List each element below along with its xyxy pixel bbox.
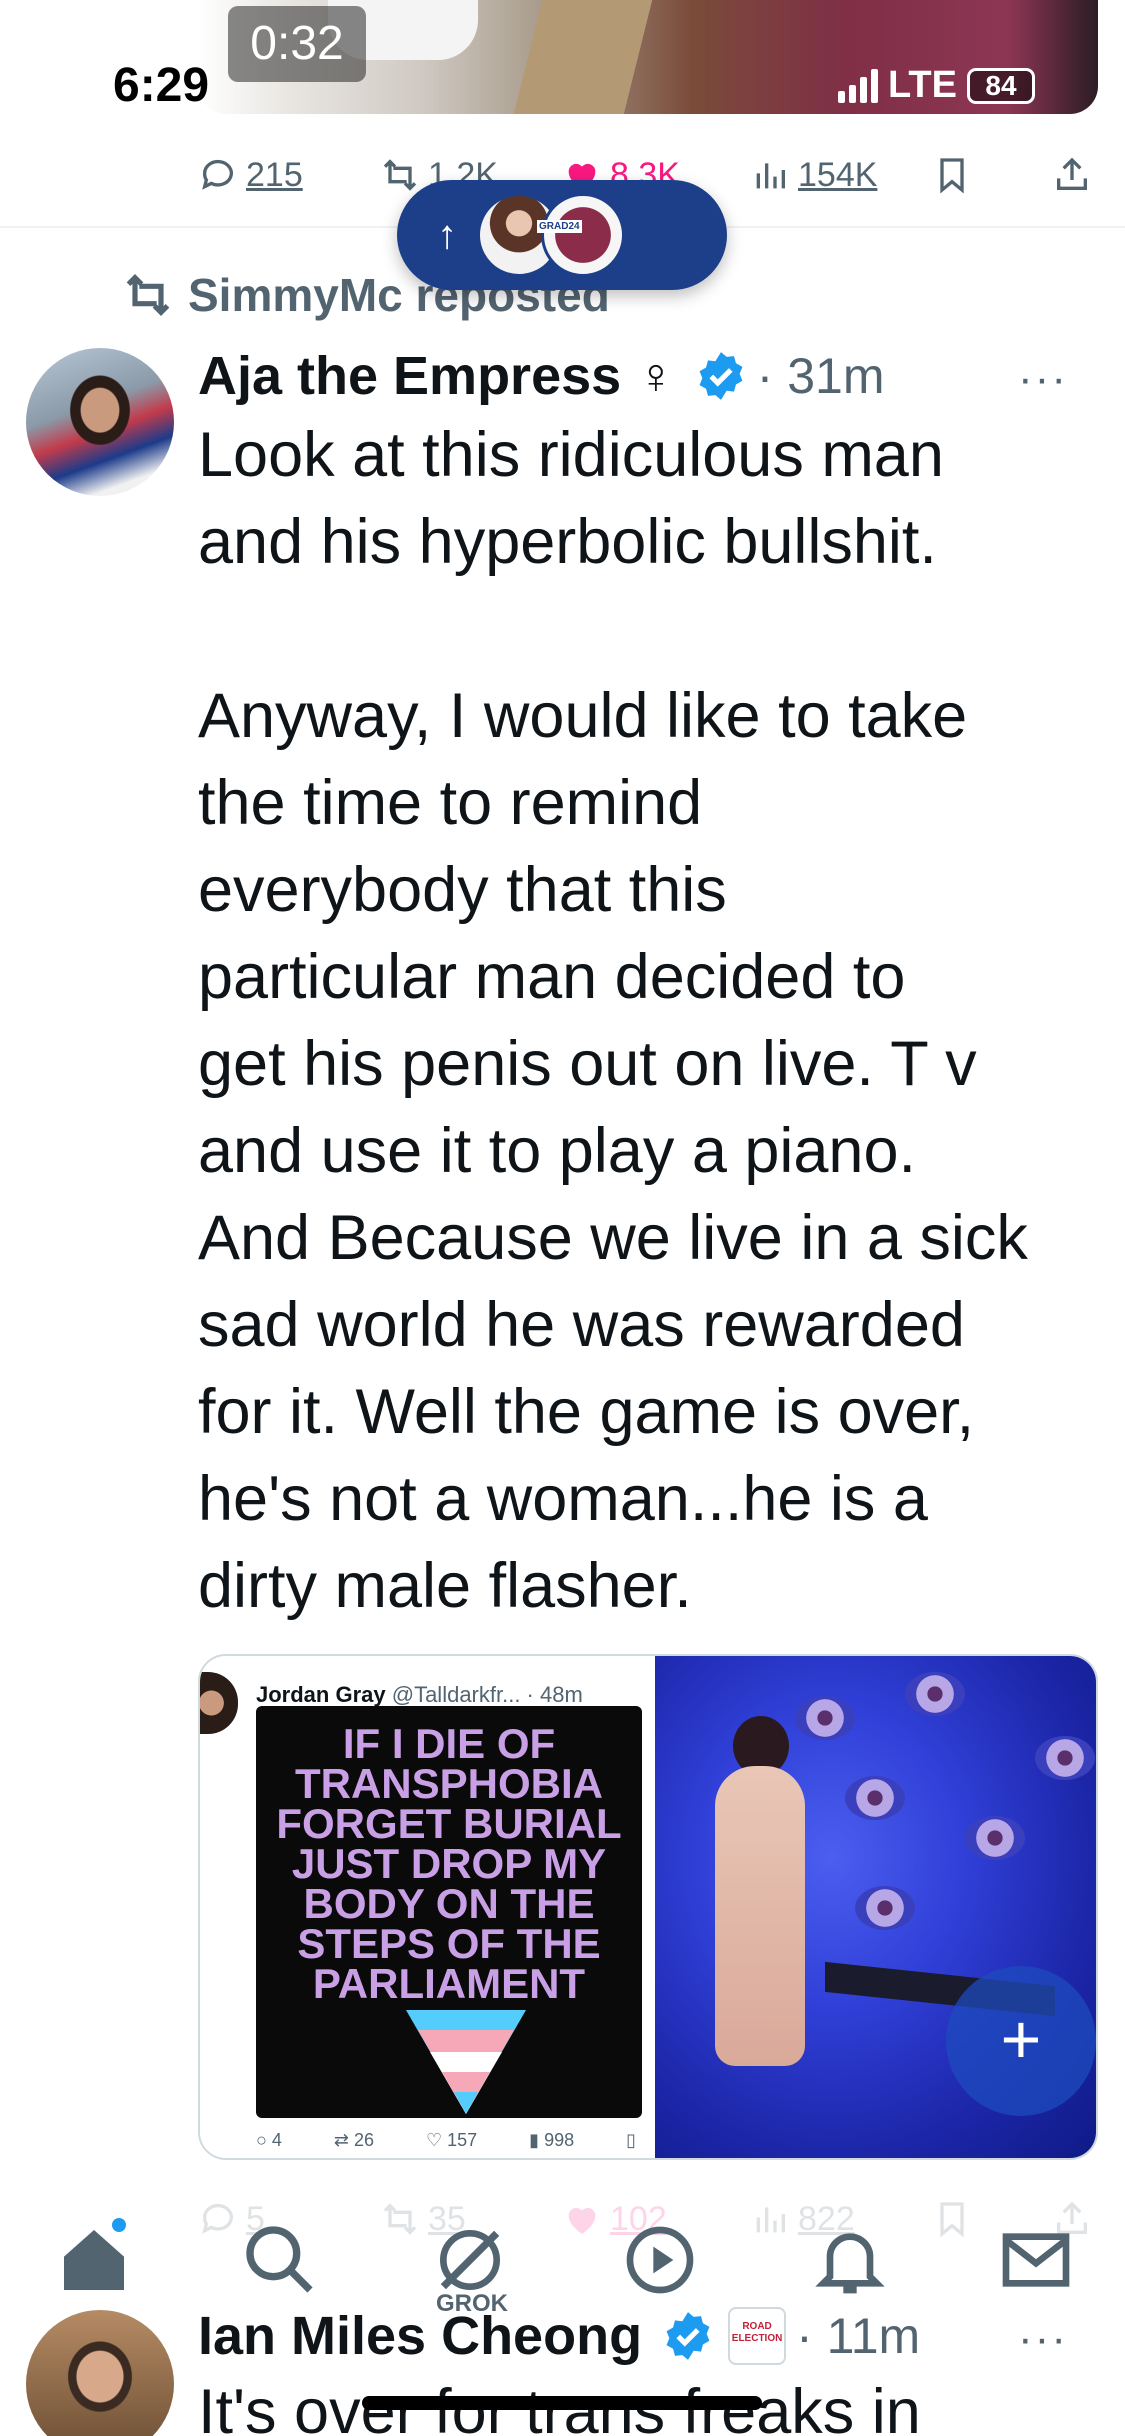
repost-icon — [383, 159, 417, 191]
trans-flag-triangle-icon — [406, 2010, 526, 2114]
affiliate-badge: ROAD ELECTION — [728, 2307, 787, 2365]
quoted-bookmark-icon: ▯ — [626, 2130, 636, 2150]
pill-avatar-2 — [541, 193, 625, 277]
quoted-reposts: ⇄ 26 — [333, 2130, 374, 2150]
grok-icon[interactable] — [430, 2220, 510, 2300]
reply-button[interactable]: 215 — [198, 155, 303, 195]
performer-figure — [714, 1766, 805, 2066]
arrow-up-icon: ↑ — [437, 212, 457, 257]
post-text: Look at this ridiculous man and his hype… — [198, 420, 1028, 1621]
new-posts-pill[interactable]: ↑ GRAD24 — [397, 180, 727, 290]
post-header: Aja the Empress ♀ · 31m ··· — [198, 336, 1098, 416]
quoted-author: Jordan Gray — [256, 1682, 386, 1707]
quoted-avatar — [200, 1672, 238, 1734]
quoted-views: ▮ 998 — [529, 2130, 575, 2150]
quoted-post-screenshot[interactable]: Jordan Gray @Talldarkfr... · 48m IF I DI… — [200, 1656, 655, 2158]
search-icon[interactable] — [240, 2220, 320, 2300]
video-play-icon[interactable] — [620, 2220, 700, 2300]
avatar[interactable] — [26, 2310, 174, 2436]
reply-icon — [202, 159, 233, 190]
quoted-handle: @Talldarkfr... — [391, 1682, 521, 1707]
verified-badge-icon — [699, 352, 743, 400]
stage-eye-decor — [854, 1886, 915, 1930]
home-indicator[interactable] — [362, 2396, 762, 2410]
compose-button[interactable]: + — [946, 1966, 1096, 2116]
notifications-bell-icon[interactable] — [810, 2220, 890, 2300]
stage-eye-decor — [964, 1816, 1025, 1860]
reply-count: 215 — [246, 155, 303, 194]
views-count: 154K — [798, 155, 878, 194]
share-icon — [1057, 157, 1087, 190]
author-name[interactable]: Ian Miles Cheong — [198, 2305, 642, 2367]
signal-icon — [838, 68, 878, 103]
home-icon[interactable] — [54, 2220, 134, 2300]
quoted-likes: ♡ 157 — [425, 2130, 478, 2150]
status-indicators: LTE 84 — [838, 64, 1035, 107]
post-time: · 11m — [796, 2308, 921, 2364]
stage-eye-decor — [1034, 1736, 1095, 1780]
verified-badge-icon — [666, 2312, 710, 2360]
repost-icon — [126, 273, 170, 317]
network-label: LTE — [888, 64, 957, 106]
battery-icon: 84 — [966, 67, 1035, 104]
video-frame-leg — [513, 0, 653, 114]
more-options-icon[interactable]: ··· — [1018, 2314, 1068, 2364]
bookmark-button[interactable] — [932, 155, 972, 195]
video-timestamp: 0:32 — [228, 6, 366, 82]
views-button[interactable]: 154K — [750, 155, 877, 195]
quoted-image-text: IF I DIE OF TRANSPHOBIA FORGET BURIAL JU… — [276, 1720, 622, 2007]
more-options-icon[interactable]: ··· — [1018, 354, 1068, 404]
quoted-stats: ○ 4 ⇄ 26 ♡ 157 ▮ 998 ▯ — [256, 2130, 636, 2151]
status-time: 6:29 — [113, 59, 210, 112]
gender-symbol: ♀ — [637, 348, 675, 404]
quoted-image: IF I DIE OF TRANSPHOBIA FORGET BURIAL JU… — [256, 1706, 642, 2118]
quoted-time: 48m — [540, 1682, 583, 1707]
bookmark-icon — [940, 158, 964, 194]
messages-envelope-icon[interactable] — [996, 2220, 1076, 2300]
stage-eye-decor — [844, 1776, 905, 1820]
quoted-replies: ○ 4 — [256, 2130, 282, 2150]
views-icon — [756, 163, 785, 189]
quoted-header: Jordan Gray @Talldarkfr... · 48m — [256, 1682, 583, 1707]
avatar[interactable] — [26, 348, 174, 496]
next-post-header: Ian Miles Cheong ROAD ELECTION · 11m ··· — [198, 2296, 1098, 2376]
author-name[interactable]: Aja the Empress — [198, 345, 621, 407]
stage-eye-decor — [794, 1696, 855, 1740]
share-button[interactable] — [1052, 155, 1092, 195]
pill-tag: GRAD24 — [537, 220, 582, 233]
post-time: · 31m — [756, 348, 885, 404]
stage-eye-decor — [904, 1672, 965, 1716]
